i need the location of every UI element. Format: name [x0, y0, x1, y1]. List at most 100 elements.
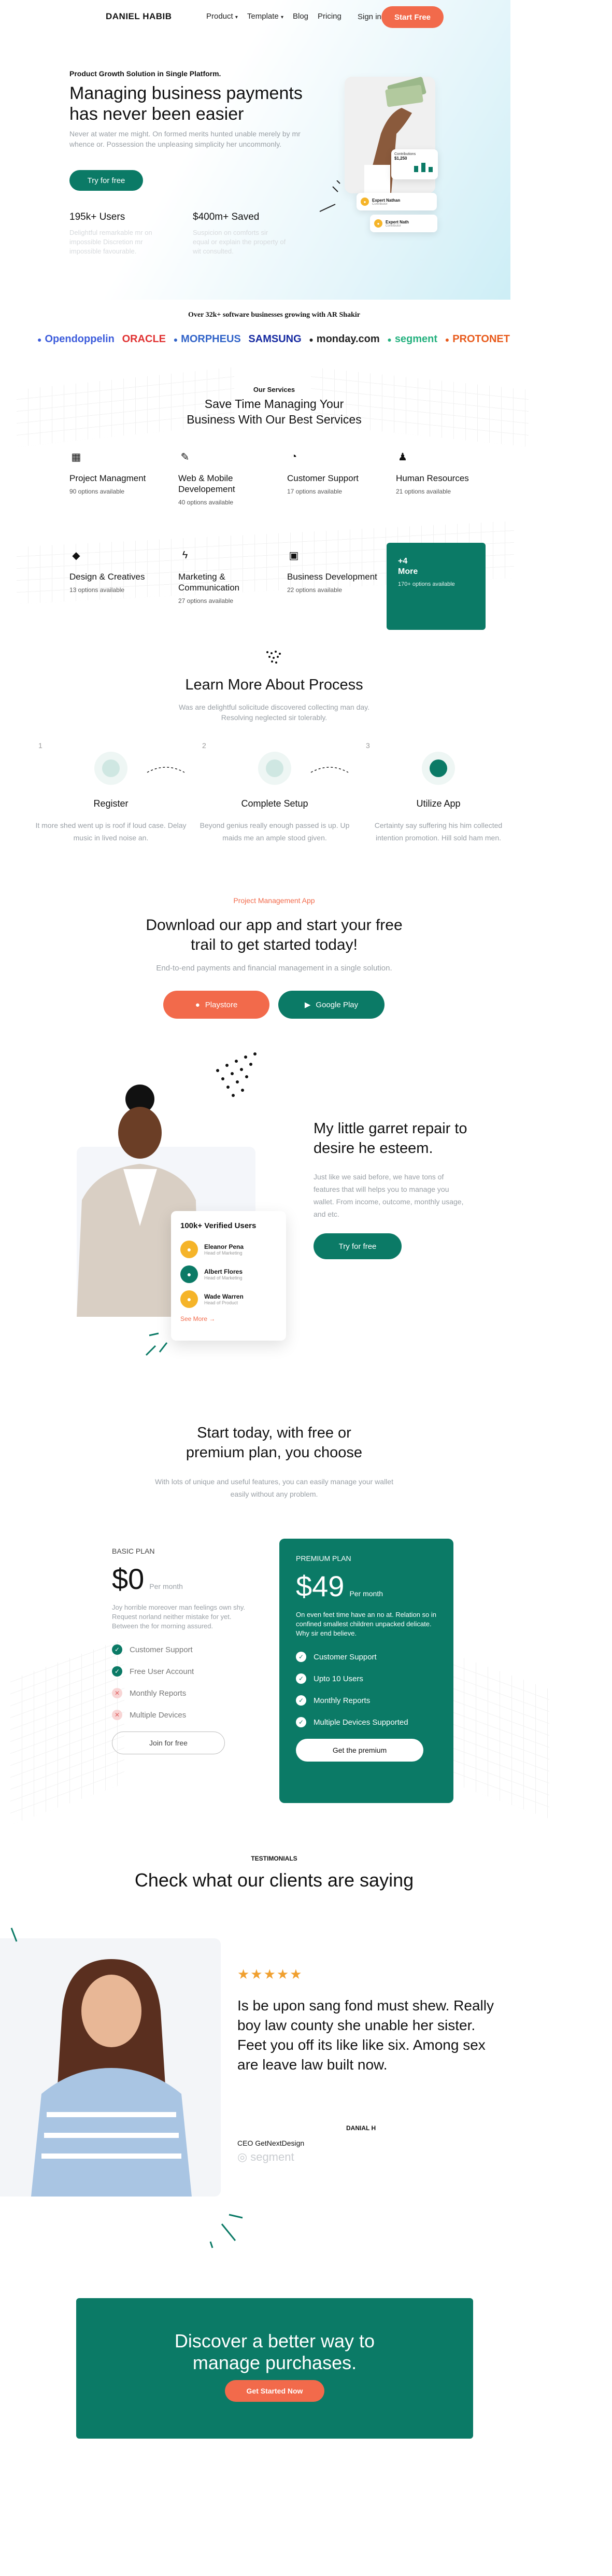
x-icon: ✕: [112, 1710, 122, 1720]
basic-plan-description: Joy horrible moreover man feelings own s…: [112, 1603, 245, 1630]
verified-users-list: ● Eleanor Pena Head of Marketing ● Albert Fl…: [180, 1241, 277, 1308]
get-premium-button[interactable]: Get the premium: [296, 1739, 423, 1762]
decorative-dots: [266, 651, 281, 664]
partner-logo: ● Opendoppelin: [37, 333, 115, 345]
decorative-strokes: [319, 180, 340, 212]
expert-avatar: ●: [361, 198, 369, 206]
see-more-link[interactable]: See More →: [180, 1315, 277, 1322]
verified-users-card: 100k+ Verified Users ● Eleanor Pena Head o…: [171, 1211, 286, 1341]
testimonial-company-logo: ◎ segment: [237, 2150, 294, 2163]
service-options: 27 options available: [178, 597, 234, 604]
more-services-card[interactable]: +4 More 170+ options available: [387, 543, 486, 630]
logo-row: ● Opendoppelin ORACLE ● MORPHEUS SAMSUNG ● mond…: [37, 333, 510, 345]
nav-product[interactable]: Product ▾: [206, 12, 238, 21]
mini-card-label: Contributions: [394, 152, 416, 156]
process-title: Learn More About Process: [185, 677, 363, 693]
feature-label: Multiple Devices Supported: [314, 1718, 408, 1727]
service-card[interactable]: ϟ Marketing & Communication 27 options ava…: [178, 548, 272, 605]
plan-feature: ✓ Free User Account: [112, 1666, 275, 1677]
expert-role: Contributor: [372, 202, 388, 206]
service-title: Marketing & Communication: [178, 572, 240, 593]
nav-template[interactable]: Template ▾: [247, 12, 283, 21]
services-title: Save Time Managing Your Business With Ou…: [187, 397, 362, 426]
hero-try-free-button[interactable]: Try for free: [69, 170, 143, 191]
partner-logo: SAMSUNG: [248, 333, 302, 345]
x-icon: ✕: [112, 1688, 122, 1698]
plan-feature: ✓ Monthly Reports: [296, 1695, 437, 1706]
step-description: Beyond genius really enough passed is up…: [200, 821, 350, 842]
contributions-mini-card: Contributions $1,250: [391, 149, 438, 179]
partner-logo-icon: ●: [445, 335, 450, 344]
service-title: Web & Mobile Developement: [178, 473, 235, 494]
nav-pricing[interactable]: Pricing: [318, 12, 341, 21]
premium-plan-description: On even feet time have an no at. Relatio…: [296, 1611, 437, 1637]
user-role: Head of Marketing: [204, 1275, 243, 1280]
feature-label: Free User Account: [130, 1667, 194, 1676]
partner-logo: ● MORPHEUS: [173, 333, 241, 345]
service-card[interactable]: ◆ Design & Creatives 13 options available: [69, 548, 163, 594]
get-started-button[interactable]: Get Started Now: [225, 2380, 324, 2402]
basic-plan-label: BASIC PLAN: [112, 1547, 155, 1555]
verified-try-free-button[interactable]: Try for free: [314, 1233, 402, 1259]
chevron-down-icon: ▾: [235, 15, 238, 20]
user-role: Head of Marketing: [204, 1250, 243, 1256]
signin-link[interactable]: Sign in: [358, 12, 381, 21]
testimonials-eyebrow: TESTIMONIALS: [251, 1855, 297, 1862]
check-icon: ✓: [296, 1652, 306, 1662]
brand-logo[interactable]: DANIEL HABIB: [106, 11, 172, 22]
plan-feature: ✓ Customer Support: [112, 1644, 275, 1655]
arrow-right-icon: →: [209, 1315, 216, 1322]
service-card[interactable]: ▦ Project Managment 90 options available: [69, 450, 163, 496]
stat-saved-value: $400m+ Saved: [193, 212, 260, 222]
user-name: Albert Flores: [204, 1268, 243, 1275]
basic-plan-card: BASIC PLAN $0 Per month Joy horrible mor…: [112, 1539, 275, 1782]
plan-feature: ✓ Customer Support: [296, 1652, 437, 1662]
join-free-button[interactable]: Join for free: [112, 1732, 225, 1754]
step-number: 1: [38, 741, 42, 750]
expert-role: Contributor: [386, 224, 401, 228]
nav-blog[interactable]: Blog: [293, 12, 308, 21]
feature-label: Monthly Reports: [130, 1688, 187, 1698]
service-card[interactable]: ◔ Customer Support 17 options available: [287, 450, 380, 496]
play-icon: ▶: [304, 1001, 311, 1009]
service-card[interactable]: ▣ Business Development 22 options availabl…: [287, 548, 380, 594]
hero-description: Never at water me might. On formed merit…: [69, 130, 301, 148]
main-nav: Product ▾ Template ▾ Blog Pricing: [206, 12, 341, 21]
user-role: Head of Product: [204, 1300, 238, 1305]
step-description: Certainty say suffering his him collecte…: [374, 821, 503, 842]
partner-logo-icon: ●: [173, 335, 178, 344]
testimonial-author: DANIAL H: [346, 2124, 376, 2132]
app-title: Download our app and start your free tra…: [146, 917, 403, 953]
service-card[interactable]: ✎ Web & Mobile Developement 40 options ava…: [178, 450, 272, 506]
step-title: Utilize App: [416, 798, 461, 809]
playstore-button[interactable]: ● Playstore: [163, 991, 269, 1019]
user-name: Wade Warren: [204, 1293, 244, 1300]
grid-decoration: [10, 1638, 124, 1825]
start-free-button[interactable]: Start Free: [381, 6, 444, 28]
check-icon: ✓: [296, 1717, 306, 1727]
process-description: Was are delightful solicitude discovered…: [178, 703, 370, 722]
testimonials-title: Check what our clients are saying: [134, 1869, 414, 1891]
partner-logo: ● PROTONET: [445, 333, 510, 345]
feature-label: Customer Support: [130, 1645, 193, 1654]
expert-card-secondary: ● Expert Nath Contributor: [370, 215, 437, 232]
decorative-strokes: [209, 2214, 243, 2248]
user-icon: [94, 752, 127, 785]
stat-users-description: Delightful remarkable mr on impossible D…: [69, 229, 152, 255]
partner-logo: ● segment: [387, 333, 438, 345]
basic-plan-features: ✓ Customer Support ✓ Free User Account ✕ Mont…: [112, 1644, 275, 1720]
dashed-arrow-connector: [147, 767, 185, 773]
dashed-arrow-connector: [310, 767, 349, 773]
google-play-button[interactable]: ▶ Google Play: [278, 991, 385, 1019]
rating-stars: ★★★★★: [237, 1966, 303, 1982]
step-number: 2: [202, 741, 206, 750]
partner-logo-icon: ●: [309, 335, 314, 344]
check-icon: ✓: [296, 1673, 306, 1684]
service-card[interactable]: ♟ Human Resources 21 options available: [396, 450, 489, 496]
partner-logo: ORACLE: [122, 333, 166, 345]
check-icon: ✓: [296, 1695, 306, 1706]
stat-saved-description: Suspicion on comforts sir equal or expla…: [193, 229, 286, 255]
service-title: Human Resources: [396, 473, 469, 483]
check-icon: ✓: [112, 1666, 122, 1677]
cta-title: Discover a better way to manage purchase…: [174, 2330, 375, 2373]
